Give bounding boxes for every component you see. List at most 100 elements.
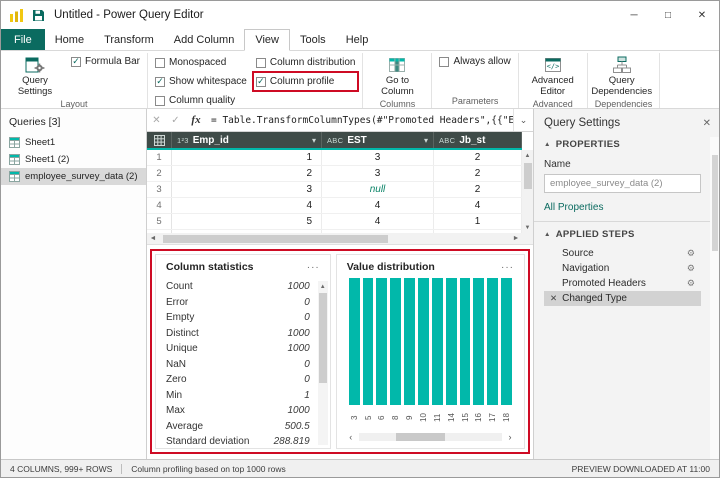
statistics-scrollbar[interactable]: ▲ ▼ [317,281,328,445]
query-settings-button[interactable]: Query Settings [8,55,62,98]
tab-file[interactable]: File [1,29,45,50]
monospaced-checkbox[interactable]: Monospaced [155,56,247,69]
table-cell[interactable]: null [322,182,434,197]
scrollbar-thumb[interactable] [711,155,718,251]
table-row[interactable]: 1 1 3 2 [147,150,522,166]
scrollbar-thumb[interactable] [318,293,327,384]
go-to-column-button[interactable]: Go to Column [370,55,424,98]
query-item[interactable]: employee_survey_data (2) [1,168,146,185]
scroll-right-icon[interactable]: ► [510,233,522,244]
distribution-bar[interactable] [487,278,499,405]
step-settings-gear-icon[interactable]: ⚙ [687,278,695,289]
tab-home[interactable]: Home [44,29,95,50]
table-cell[interactable]: 2 [434,150,522,165]
save-icon[interactable] [32,9,45,22]
tab-transform[interactable]: Transform [94,29,164,50]
query-item[interactable]: Sheet1 [1,134,146,151]
distribution-bar[interactable] [501,278,513,405]
advanced-editor-button[interactable]: </> Advanced Editor [526,55,580,98]
distribution-bar[interactable] [459,278,471,405]
table-cell[interactable]: 1 [172,150,322,165]
formula-input[interactable]: = Table.TransformColumnTypes(#"Promoted … [207,109,513,131]
column-quality-checkbox[interactable]: Column quality [155,94,247,107]
scroll-up-icon[interactable]: ▲ [318,281,328,292]
table-cell[interactable]: 4 [434,198,522,213]
applied-step[interactable]: Navigation ⚙ [544,261,701,276]
show-whitespace-checkbox[interactable]: Show whitespace [155,75,247,88]
tab-view[interactable]: View [244,29,290,51]
select-all-corner-button[interactable] [147,132,172,148]
table-cell[interactable]: 3 [322,166,434,181]
column-distribution-checkbox[interactable]: Column distribution [255,56,355,69]
scrollbar-track[interactable] [159,233,510,244]
step-settings-gear-icon[interactable]: ⚙ [687,263,695,274]
query-item[interactable]: Sheet1 (2) [1,151,146,168]
table-cell[interactable]: 4 [322,214,434,229]
settings-scrollbar[interactable] [710,137,719,459]
tab-help[interactable]: Help [335,29,379,50]
delete-step-icon[interactable]: ✕ [550,293,557,304]
grid-horizontal-scrollbar[interactable]: ◄ ► [147,233,522,244]
table-cell[interactable]: 5 [172,214,322,229]
table-row[interactable]: 3 3 null 2 [147,182,522,198]
distribution-bar[interactable] [431,278,443,405]
query-dependencies-button[interactable]: Query Dependencies [591,55,652,98]
scroll-right-icon[interactable]: › [504,432,516,443]
distribution-bar[interactable] [473,278,485,405]
scrollbar-thumb[interactable] [163,234,388,243]
applied-step[interactable]: ✕ Changed Type [544,291,701,306]
panel-menu-icon[interactable]: ··· [501,262,514,272]
column-profile-checkbox[interactable]: Column profile [251,71,360,92]
scrollbar-thumb[interactable] [395,433,445,441]
table-row[interactable]: 2 2 3 2 [147,166,522,182]
cancel-formula-icon[interactable]: ✕ [147,109,166,131]
table-row[interactable]: 4 4 4 4 [147,198,522,214]
column-header-emp-id[interactable]: 1²3 Emp_id ▾ [172,132,322,148]
panel-menu-icon[interactable]: ··· [307,262,320,272]
properties-section-header[interactable]: ▲ PROPERTIES [544,139,701,150]
table-cell[interactable]: 4 [172,198,322,213]
table-cell[interactable]: 2 [434,182,522,197]
scroll-left-icon[interactable]: ◄ [147,233,159,244]
scrollbar-track[interactable] [358,433,502,441]
distribution-bar[interactable] [348,278,360,405]
maximize-button[interactable]: □ [651,1,685,29]
table-cell[interactable]: 4 [322,198,434,213]
scroll-down-icon[interactable]: ▼ [522,222,533,233]
scrollbar-thumb[interactable] [523,163,532,189]
commit-formula-icon[interactable]: ✓ [166,109,185,131]
applied-steps-section-header[interactable]: ▲ APPLIED STEPS [544,229,701,240]
minimize-button[interactable]: ─ [617,1,651,29]
formula-expand-icon[interactable]: ⌄ [513,109,533,131]
close-panel-icon[interactable]: ✕ [703,118,711,129]
scroll-up-icon[interactable]: ▲ [522,150,533,161]
table-cell[interactable]: 2 [172,166,322,181]
distribution-bar[interactable] [390,278,402,405]
applied-step[interactable]: Source ⚙ [544,246,701,261]
table-cell[interactable]: 2 [434,166,522,181]
table-cell[interactable]: 3 [322,150,434,165]
formula-bar-checkbox[interactable]: Formula Bar [71,55,140,68]
distribution-scrollbar[interactable]: ‹ › [345,431,516,443]
column-header-est[interactable]: ABC EST ▾ [322,132,434,148]
step-settings-gear-icon[interactable]: ⚙ [687,248,695,259]
column-header-jb-st[interactable]: ABC Jb_st [434,132,522,148]
all-properties-link[interactable]: All Properties [544,202,603,213]
always-allow-checkbox[interactable]: Always allow [439,55,511,68]
close-button[interactable]: ✕ [685,1,719,29]
scroll-left-icon[interactable]: ‹ [345,432,357,443]
tab-tools[interactable]: Tools [290,29,336,50]
table-cell[interactable]: 3 [172,182,322,197]
distribution-bar[interactable] [404,278,416,405]
applied-step[interactable]: Promoted Headers ⚙ [544,276,701,291]
distribution-bar[interactable] [376,278,388,405]
distribution-bar[interactable] [445,278,457,405]
distribution-bar[interactable] [362,278,374,405]
filter-dropdown-icon[interactable]: ▾ [312,136,316,145]
tab-add-column[interactable]: Add Column [163,29,245,50]
query-name-input[interactable] [544,174,701,193]
table-cell[interactable]: 1 [434,214,522,229]
distribution-bar[interactable] [418,278,429,405]
grid-vertical-scrollbar[interactable]: ▲ ▼ [522,150,533,233]
table-row[interactable]: 5 5 4 1 [147,214,522,230]
